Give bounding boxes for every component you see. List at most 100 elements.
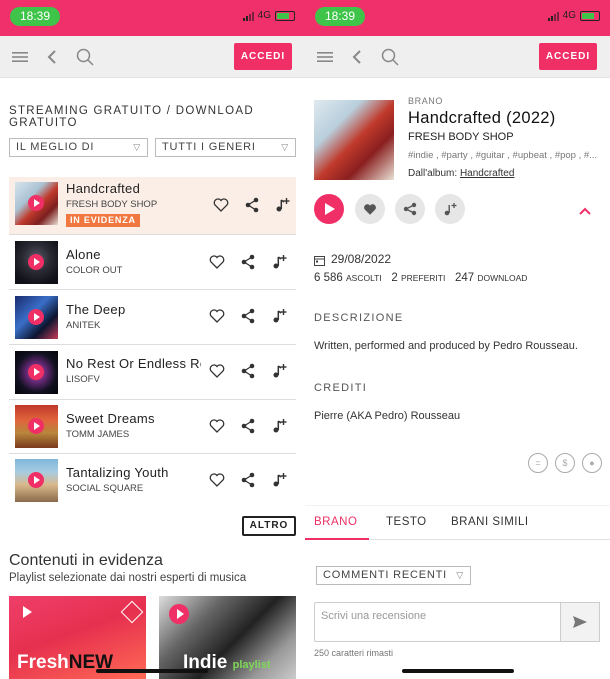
calendar-icon [314,253,325,271]
play-icon[interactable] [23,606,32,618]
playlist-word-playlist: playlist [232,659,271,671]
track-detail-screen: 18:39 4G ACCEDI BRANO Handcrafted (2022)… [305,0,610,679]
login-button[interactable]: ACCEDI [539,43,597,70]
search-icon[interactable] [378,45,402,69]
share-icon[interactable] [239,417,257,435]
section-title: STREAMING GRATUITO / DOWNLOAD GRATUITO [9,105,254,129]
network-label: 4G [562,10,576,21]
search-icon[interactable] [73,45,97,69]
play-button[interactable] [314,194,344,224]
tab-brano[interactable]: BRANO [314,516,357,528]
downloads-count: 247 [454,272,475,284]
heart-icon[interactable] [208,471,226,489]
playlist-card-fresh[interactable]: FreshNEW [9,596,146,679]
track-artist[interactable]: COLOR OUT [66,265,122,276]
share-button[interactable] [395,194,425,224]
heart-icon[interactable] [208,417,226,435]
play-icon[interactable] [28,309,44,325]
track-row[interactable]: The Deep ANITEK [9,291,296,345]
browse-screen: 18:39 4G ACCEDI STREAMING GRATUITO / DOW… [0,0,305,679]
tab-testo[interactable]: TESTO [386,516,427,528]
add-to-playlist-icon[interactable] [270,253,288,271]
signal-icon [242,11,254,21]
track-tags[interactable]: #indie , #party , #guitar , #upbeat , #p… [408,150,603,161]
heart-icon[interactable] [208,253,226,271]
track-cover [15,351,58,394]
heart-icon[interactable] [212,196,230,214]
track-cover [15,296,58,339]
genre-select-value: TUTTI I GENERI [162,141,256,153]
chevron-down-icon: ▽ [456,570,464,580]
track-artist[interactable]: FRESH BODY SHOP [66,199,157,210]
track-artist[interactable]: TOMM JAMES [66,429,129,440]
add-to-playlist-icon[interactable] [270,307,288,325]
featured-title: Contenuti in evidenza [9,552,163,569]
add-to-playlist-button[interactable] [435,194,465,224]
stats-line: 6 586 ASCOLTI 2 PREFERITI 247 DOWNLOAD [314,272,527,284]
track-title[interactable]: The Deep [66,302,201,317]
back-icon[interactable] [40,45,64,69]
share-icon[interactable] [239,307,257,325]
chevron-up-icon[interactable] [579,202,591,220]
heart-icon[interactable] [208,362,226,380]
play-icon[interactable] [28,195,44,211]
back-icon[interactable] [345,45,369,69]
track-artist[interactable]: SOCIAL SQUARE [66,483,143,494]
track-title[interactable]: Handcrafted [66,181,201,196]
more-button[interactable]: ALTRO [242,516,296,536]
menu-icon[interactable] [8,45,32,69]
genre-select[interactable]: TUTTI I GENERI ▽ [155,138,296,157]
active-tab-indicator [305,538,369,540]
detail-tabs: BRANO TESTO BRANI SIMILI [305,505,610,540]
play-icon[interactable] [28,364,44,380]
track-title[interactable]: Alone [66,247,201,262]
add-to-playlist-icon[interactable] [273,196,291,214]
album-link[interactable]: Handcrafted [460,168,514,179]
share-icon[interactable] [243,196,261,214]
track-artist[interactable]: LISOFV [66,374,100,385]
track-row[interactable]: Alone COLOR OUT [9,237,296,290]
track-title[interactable]: Tantalizing Youth [66,465,201,480]
release-date: 29/08/2022 [331,252,392,266]
track-title[interactable]: No Rest Or Endless Re [66,356,201,371]
credits-text: Pierre (AKA Pedro) Rousseau [314,410,461,422]
add-to-playlist-icon[interactable] [270,362,288,380]
comments-filter-select[interactable]: COMMENTI RECENTI ▽ [316,566,471,585]
signal-icon [547,11,559,21]
share-icon[interactable] [239,471,257,489]
play-icon[interactable] [28,472,44,488]
heart-icon[interactable] [208,307,226,325]
add-to-playlist-icon[interactable] [270,471,288,489]
track-cover [15,182,58,225]
favorites-label: PREFERITI [400,273,446,283]
share-icon[interactable] [239,253,257,271]
kind-label: BRANO [408,96,444,106]
sort-select[interactable]: IL MEGLIO DI ▽ [9,138,148,157]
track-row[interactable]: Tantalizing Youth SOCIAL SQUARE [9,455,296,508]
track-row[interactable]: Sweet Dreams TOMM JAMES [9,401,296,454]
album-line: Dall'album: Handcrafted [408,168,514,179]
album-prefix: Dall'album: [408,168,458,179]
brand-badge-icon [120,600,144,624]
favorite-button[interactable] [355,194,385,224]
track-row-featured[interactable]: Handcrafted FRESH BODY SHOP IN EVIDENZA [9,177,296,235]
send-review-button[interactable] [560,602,600,642]
add-to-playlist-icon[interactable] [270,417,288,435]
track-artist[interactable]: FRESH BODY SHOP [408,131,514,143]
login-button[interactable]: ACCEDI [234,43,292,70]
menu-icon[interactable] [313,45,337,69]
playlist-card-indie[interactable]: Indie playlist [159,596,296,679]
track-cover [15,405,58,448]
play-icon[interactable] [28,254,44,270]
track-artist[interactable]: ANITEK [66,320,100,331]
share-icon[interactable] [239,362,257,380]
track-row[interactable]: No Rest Or Endless Re LISOFV [9,346,296,400]
chevron-down-icon: ▽ [281,142,289,152]
play-icon[interactable] [169,604,189,624]
play-icon[interactable] [28,418,44,434]
tab-brani-simili[interactable]: BRANI SIMILI [451,516,529,528]
review-input[interactable]: Scrivi una recensione [314,602,561,642]
license-by-icon: ● [582,453,602,473]
status-bar: 18:39 4G [0,0,305,36]
track-title[interactable]: Sweet Dreams [66,411,201,426]
